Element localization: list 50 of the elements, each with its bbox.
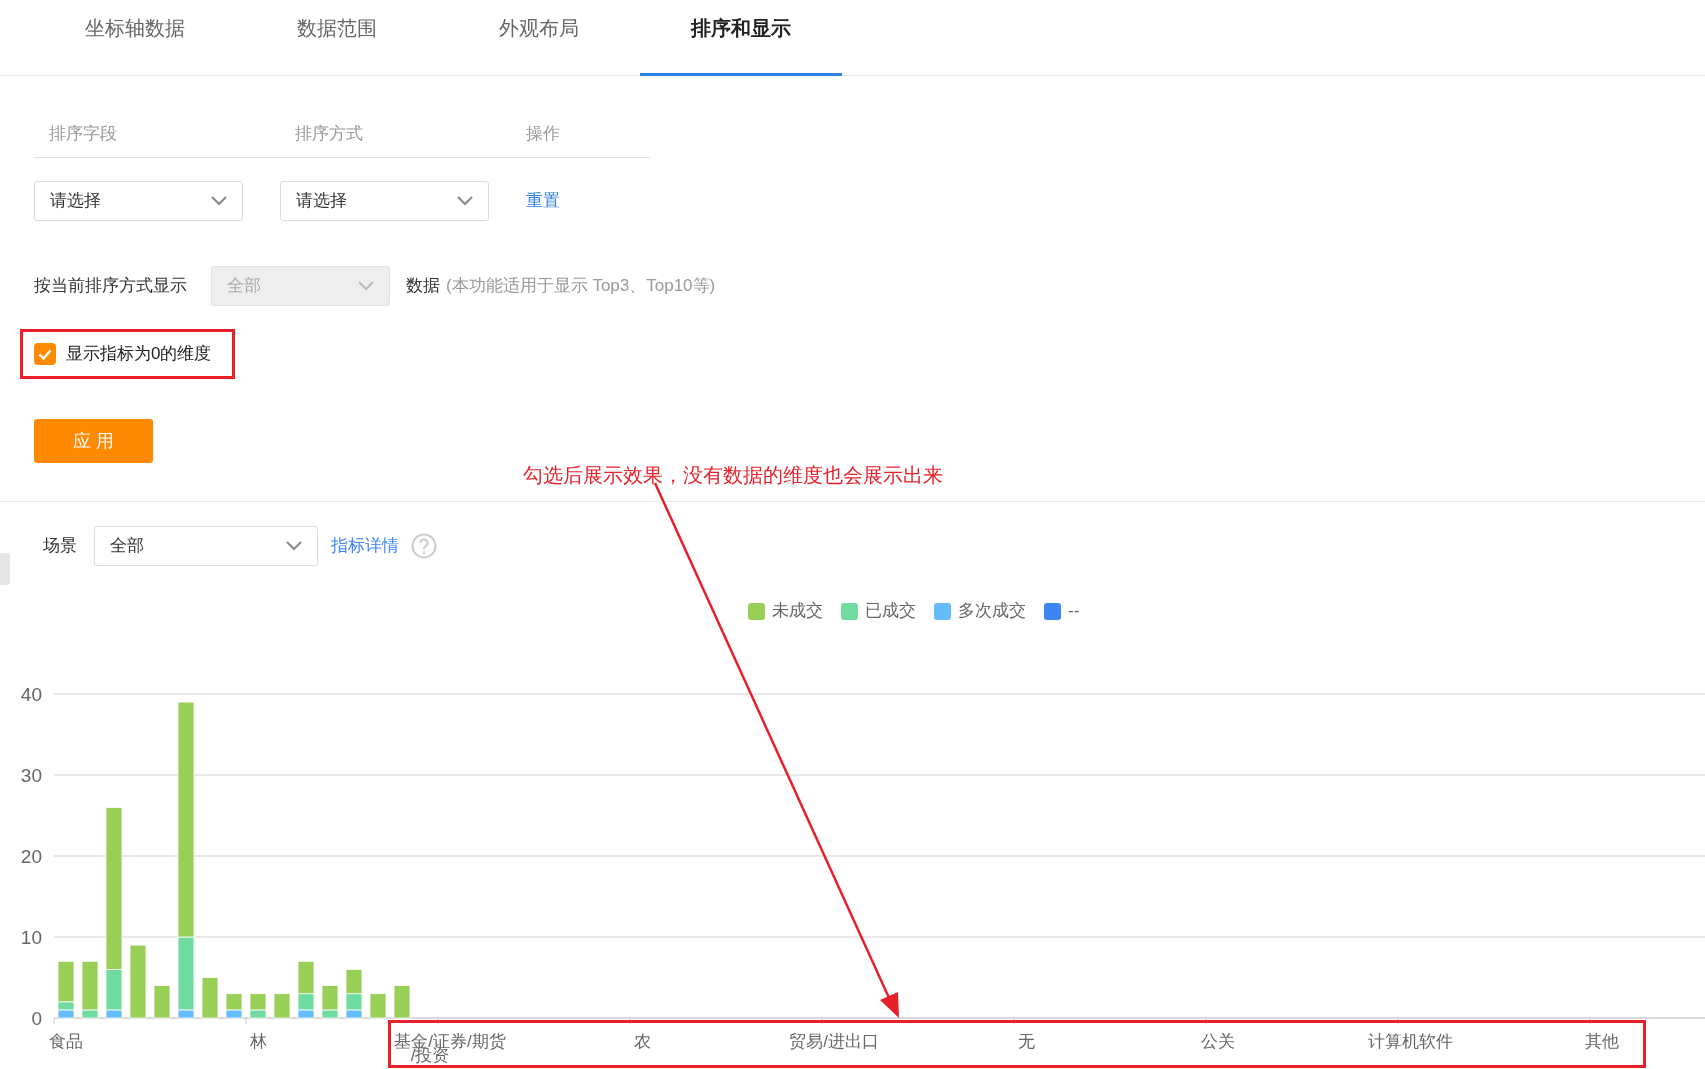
x-axis-label: 农 xyxy=(633,1032,651,1051)
tab[interactable]: 坐标轴数据 xyxy=(34,0,236,76)
reset-link[interactable]: 重置 xyxy=(526,188,560,214)
x-axis-label: 公关 xyxy=(1201,1032,1235,1051)
metric-detail-link[interactable]: 指标详情 xyxy=(331,532,399,559)
x-axis-label: 其他 xyxy=(1585,1032,1619,1051)
legend-label[interactable]: -- xyxy=(1068,598,1080,624)
x-axis-label: 基金/证券/期货/投资 xyxy=(394,1032,506,1065)
bar-segment xyxy=(393,985,411,1019)
x-axis-label: 贸易/进出口 xyxy=(789,1032,879,1051)
y-axis-label: 0 xyxy=(31,1008,42,1029)
check-icon xyxy=(38,348,52,360)
chevron-down-icon xyxy=(358,281,374,291)
tab[interactable]: 数据范围 xyxy=(236,0,438,76)
checkbox-label: 显示指标为0的维度 xyxy=(66,343,212,366)
help-icon[interactable] xyxy=(411,532,437,559)
checkbox[interactable] xyxy=(34,343,56,365)
annotation-text: 勾选后展示效果，没有数据的维度也会展示出来 xyxy=(523,463,943,488)
bar-segment xyxy=(153,985,171,1019)
column-header: 排序字段 xyxy=(49,123,118,145)
hint-text: (本功能适用于显示 Top3、Top10等) xyxy=(446,275,716,298)
column-header: 操作 xyxy=(526,123,560,145)
bar-segment xyxy=(57,1009,75,1019)
chevron-down-icon xyxy=(286,540,302,551)
x-axis-label: 无 xyxy=(1017,1032,1035,1051)
bar-segment xyxy=(369,993,387,1019)
y-axis-label: 40 xyxy=(20,684,42,705)
y-axis-label: 10 xyxy=(20,927,42,948)
y-axis-label: 30 xyxy=(20,765,42,786)
column-header: 排序方式 xyxy=(295,123,364,145)
bar-segment xyxy=(201,977,219,1019)
x-axis-label: 林 xyxy=(249,1032,267,1051)
select-dropdown[interactable]: 请选择 xyxy=(34,181,243,221)
chevron-down-icon xyxy=(457,196,473,206)
legend-label[interactable]: 未成交 xyxy=(772,598,823,624)
legend-label[interactable]: 已成交 xyxy=(865,598,916,624)
x-axis-label: 计算机软件 xyxy=(1367,1032,1453,1051)
chevron-down-icon xyxy=(211,196,227,206)
display-label: 按当前排序方式显示 xyxy=(34,275,188,298)
legend-label[interactable]: 多次成交 xyxy=(958,598,1026,624)
select-dropdown[interactable]: 请选择 xyxy=(280,181,489,221)
data-label: 数据 xyxy=(406,275,440,298)
tab[interactable]: 排序和显示 xyxy=(640,0,842,76)
scene-label: 场景 xyxy=(43,534,78,557)
tab[interactable]: 外观布局 xyxy=(438,0,640,76)
resize-handle[interactable] xyxy=(0,553,10,585)
select-dropdown[interactable]: 全部 xyxy=(94,525,318,566)
bar-segment xyxy=(273,993,291,1019)
y-axis-label: 20 xyxy=(20,846,42,867)
x-axis-label: 食品 xyxy=(49,1032,83,1051)
